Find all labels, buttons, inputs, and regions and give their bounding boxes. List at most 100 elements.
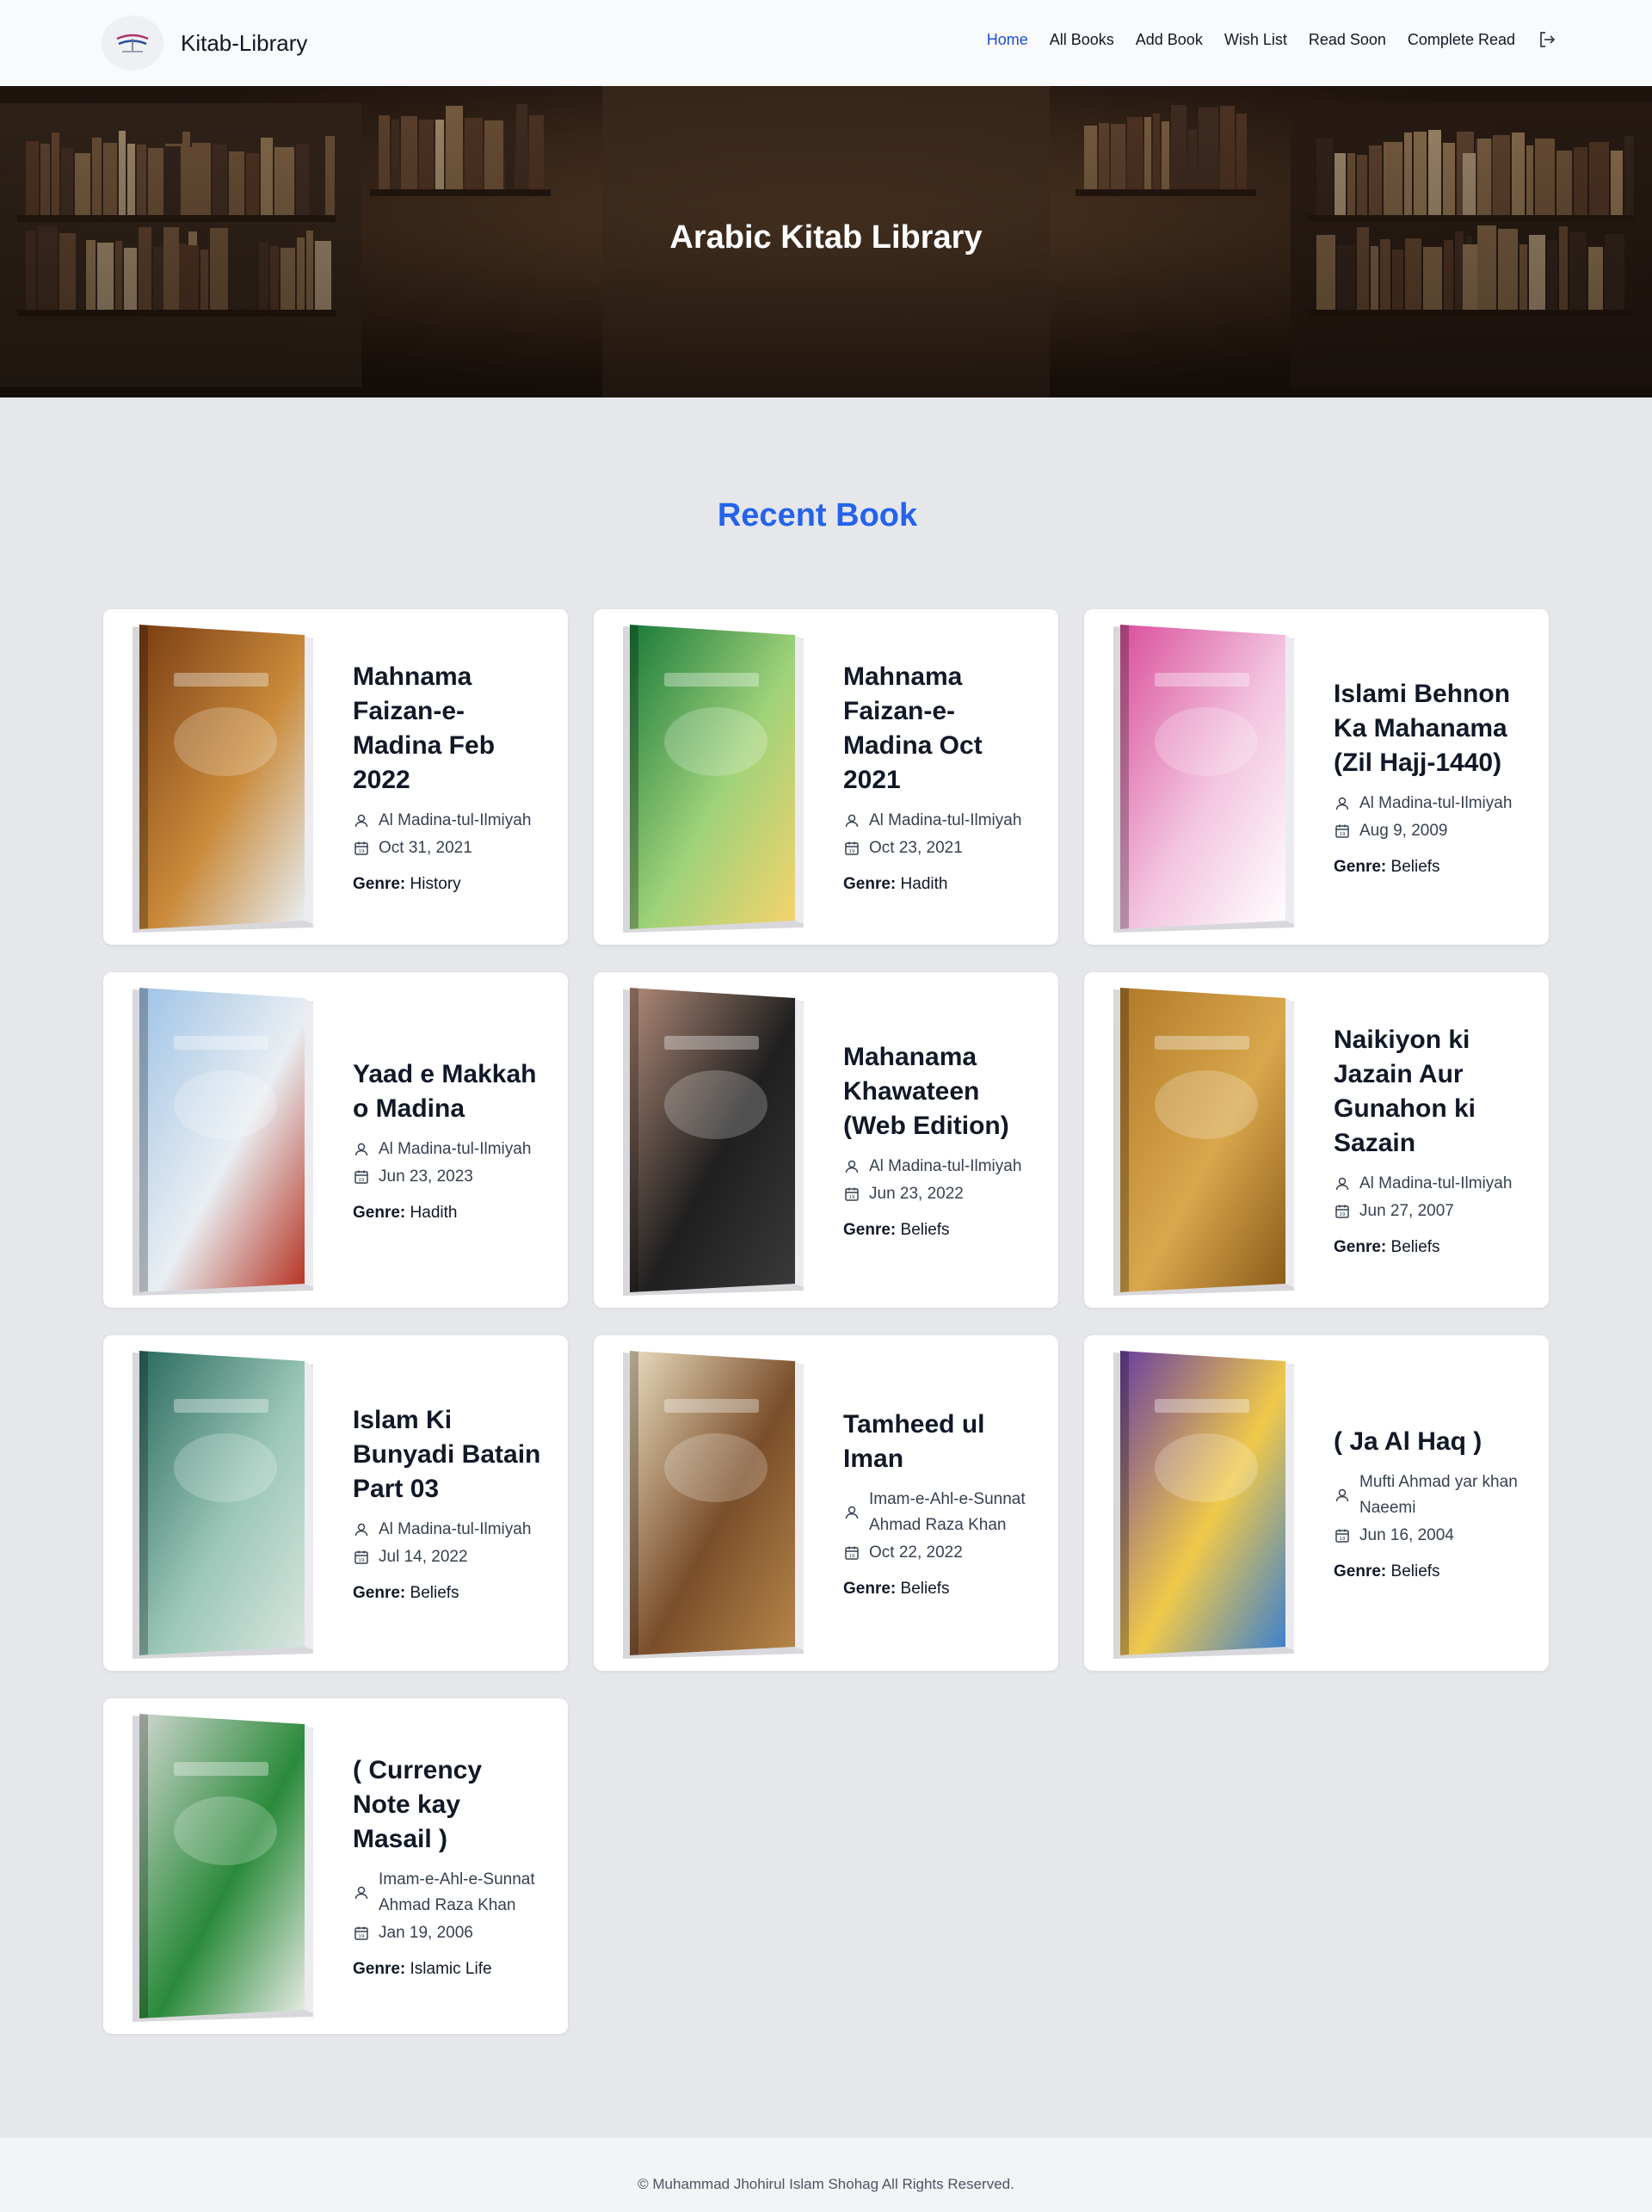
- book-title[interactable]: Islam Ki Bunyadi Batain Part 03: [353, 1403, 546, 1507]
- svg-text:19: 19: [849, 1195, 855, 1200]
- publish-date: Oct 31, 2021: [379, 839, 472, 857]
- nav-home[interactable]: Home: [987, 31, 1028, 49]
- genre-value: Beliefs: [900, 1221, 950, 1239]
- genre-value: Beliefs: [1390, 858, 1440, 876]
- book-card[interactable]: Tamheed ul Iman Imam-e-Ahl-e-Sunnat Ahmad…: [594, 1335, 1058, 1671]
- book-date: 19 Jun 23, 2023: [353, 1164, 546, 1190]
- book-card[interactable]: Naikiyon ki Jazain Aur Gunahon ki Sazain…: [1084, 972, 1549, 1308]
- book-author: Al Madina-tul-Ilmiyah: [843, 808, 1037, 834]
- book-genre: Genre: Beliefs: [1334, 1562, 1527, 1581]
- book-card[interactable]: ( Ja Al Haq ) Mufti Ahmad yar khan Naeemi…: [1084, 1335, 1549, 1671]
- hero-title: Arabic Kitab Library: [669, 219, 983, 256]
- author-name: Al Madina-tul-Ilmiyah: [869, 811, 1022, 829]
- svg-text:19: 19: [1340, 1537, 1346, 1542]
- book-cover[interactable]: [1103, 621, 1301, 933]
- book-card[interactable]: Yaad e Makkah o Madina Al Madina-tul-Ilmi…: [103, 972, 568, 1308]
- genre-label: Genre:: [843, 875, 897, 893]
- book-cover[interactable]: [613, 621, 811, 933]
- book-date: 19 Jun 27, 2007: [1334, 1198, 1527, 1224]
- brand-name[interactable]: Kitab-Library: [181, 30, 307, 57]
- book-genre: Genre: Beliefs: [1334, 858, 1527, 877]
- user-icon: [354, 1143, 368, 1156]
- author-name: Imam-e-Ahl-e-Sunnat Ahmad Raza Khan: [869, 1490, 1026, 1534]
- publish-date: Jun 16, 2004: [1359, 1526, 1454, 1544]
- genre-value: Beliefs: [900, 1580, 950, 1598]
- author-name: Al Madina-tul-Ilmiyah: [869, 1157, 1022, 1175]
- publish-date: Aug 9, 2009: [1359, 822, 1448, 840]
- book-info: Mahnama Faizan-e-Madina Oct 2021 Al Madin…: [843, 609, 1037, 945]
- user-icon: [1335, 797, 1349, 810]
- book-cover[interactable]: [122, 984, 320, 1296]
- calendar-icon: 19: [845, 841, 859, 855]
- author-name: Al Madina-tul-Ilmiyah: [1359, 794, 1513, 812]
- nav-wish-list[interactable]: Wish List: [1224, 31, 1287, 49]
- nav-complete-read[interactable]: Complete Read: [1408, 31, 1515, 49]
- genre-label: Genre:: [843, 1580, 897, 1598]
- genre-value: Hadith: [900, 875, 948, 893]
- calendar-icon: 19: [354, 1170, 368, 1184]
- book-author: Al Madina-tul-Ilmiyah: [353, 1137, 546, 1162]
- book-cover[interactable]: [1103, 984, 1301, 1296]
- publish-date: Jun 23, 2023: [379, 1168, 473, 1186]
- book-info: Islami Behnon Ka Mahanama (Zil Hajj-1440…: [1334, 609, 1527, 945]
- brand[interactable]: Kitab-Library: [102, 15, 307, 71]
- calendar-icon: 19: [1335, 1205, 1349, 1218]
- user-icon: [1335, 1177, 1349, 1191]
- calendar-icon: 19: [845, 1546, 859, 1560]
- book-author: Al Madina-tul-Ilmiyah: [1334, 1171, 1527, 1197]
- book-info: Mahanama Khawateen (Web Edition) Al Madin…: [843, 972, 1037, 1308]
- book-info: Mahnama Faizan-e-Madina Feb 2022 Al Madin…: [353, 609, 546, 945]
- book-title[interactable]: Naikiyon ki Jazain Aur Gunahon ki Sazain: [1334, 1023, 1527, 1161]
- section-title: Recent Book: [717, 497, 918, 533]
- book-cover[interactable]: [613, 984, 811, 1296]
- svg-text:19: 19: [359, 1178, 365, 1183]
- book-date: 19 Jun 23, 2022: [843, 1181, 1037, 1207]
- author-name: Al Madina-tul-Ilmiyah: [379, 1520, 532, 1538]
- book-author: Mufti Ahmad yar khan Naeemi: [1334, 1470, 1527, 1521]
- publish-date: Oct 23, 2021: [869, 839, 963, 857]
- svg-text:19: 19: [359, 1934, 365, 1939]
- nav-add-book[interactable]: Add Book: [1136, 31, 1203, 49]
- book-title[interactable]: Islami Behnon Ka Mahanama (Zil Hajj-1440…: [1334, 677, 1527, 780]
- calendar-icon: 19: [354, 1550, 368, 1564]
- book-card[interactable]: Mahnama Faizan-e-Madina Oct 2021 Al Madin…: [594, 609, 1058, 945]
- book-card[interactable]: Mahanama Khawateen (Web Edition) Al Madin…: [594, 972, 1058, 1308]
- user-icon: [354, 1523, 368, 1537]
- publish-date: Jul 14, 2022: [379, 1548, 468, 1566]
- logout-icon[interactable]: [1537, 29, 1557, 50]
- user-icon: [354, 1886, 368, 1900]
- calendar-icon: 19: [845, 1187, 859, 1201]
- book-date: 19 Oct 22, 2022: [843, 1540, 1037, 1566]
- user-icon: [845, 1160, 859, 1174]
- nav-links: Home All Books Add Book Wish List Read S…: [987, 29, 1557, 50]
- book-card[interactable]: Islami Behnon Ka Mahanama (Zil Hajj-1440…: [1084, 609, 1549, 945]
- genre-label: Genre:: [843, 1221, 897, 1239]
- book-cover[interactable]: [613, 1347, 811, 1659]
- book-genre: Genre: Hadith: [843, 875, 1037, 894]
- svg-text:19: 19: [849, 849, 855, 854]
- calendar-icon: 19: [1335, 824, 1349, 838]
- book-title[interactable]: ( Ja Al Haq ): [1334, 1425, 1527, 1459]
- book-cover[interactable]: [122, 1347, 320, 1659]
- book-title[interactable]: Yaad e Makkah o Madina: [353, 1057, 546, 1126]
- book-card[interactable]: ( Currency Note kay Masail ) Imam-e-Ahl-e…: [103, 1698, 568, 2034]
- book-cover[interactable]: [122, 1710, 320, 2022]
- logo[interactable]: [102, 15, 163, 71]
- user-icon: [845, 814, 859, 828]
- genre-label: Genre:: [1334, 1238, 1387, 1256]
- book-title[interactable]: ( Currency Note kay Masail ): [353, 1753, 546, 1857]
- book-genre: Genre: Hadith: [353, 1204, 546, 1223]
- book-genre: Genre: Beliefs: [843, 1580, 1037, 1599]
- book-title[interactable]: Tamheed ul Iman: [843, 1408, 1037, 1476]
- book-card[interactable]: Mahnama Faizan-e-Madina Feb 2022 Al Madin…: [103, 609, 568, 945]
- book-date: 19 Jul 14, 2022: [353, 1544, 546, 1570]
- book-title[interactable]: Mahnama Faizan-e-Madina Oct 2021: [843, 660, 1037, 798]
- nav-all-books[interactable]: All Books: [1050, 31, 1114, 49]
- book-title[interactable]: Mahnama Faizan-e-Madina Feb 2022: [353, 660, 546, 798]
- nav-read-soon[interactable]: Read Soon: [1309, 31, 1386, 49]
- book-cover[interactable]: [1103, 1347, 1301, 1659]
- book-card[interactable]: Islam Ki Bunyadi Batain Part 03 Al Madina…: [103, 1335, 568, 1671]
- book-title[interactable]: Mahanama Khawateen (Web Edition): [843, 1040, 1037, 1143]
- book-genre: Genre: Islamic Life: [353, 1960, 546, 1979]
- book-cover[interactable]: [122, 621, 320, 933]
